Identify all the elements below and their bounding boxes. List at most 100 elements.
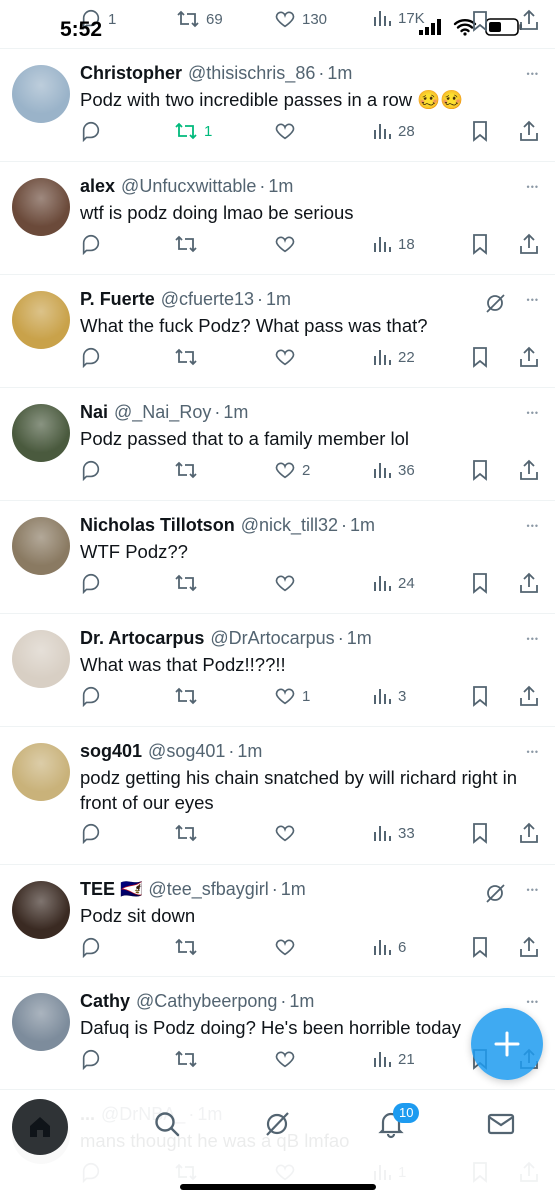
avatar[interactable] — [12, 993, 70, 1051]
retweet-button[interactable] — [174, 1045, 204, 1073]
author-handle[interactable]: @_Nai_Roy — [114, 402, 211, 423]
author-name[interactable]: TEE 🇦🇸 — [80, 879, 142, 900]
avatar[interactable] — [12, 65, 70, 123]
share-icon[interactable] — [518, 8, 540, 32]
reply-button[interactable] — [80, 117, 108, 145]
tweet-row[interactable]: Nicholas Tillotson @nick_till32 · 1m WTF Pod… — [0, 501, 555, 614]
bookmark-button[interactable] — [470, 456, 490, 484]
bookmark-button[interactable] — [470, 343, 490, 371]
views-button[interactable]: 18 — [372, 230, 415, 258]
tweet-time[interactable]: 1m — [289, 991, 314, 1012]
views-button[interactable]: 6 — [372, 933, 406, 961]
tweet-row[interactable]: Christopher @thisischris_86 · 1m Podz with t… — [0, 49, 555, 162]
author-handle[interactable]: @Cathybeerpong — [136, 991, 277, 1012]
author-name[interactable]: Dr. Artocarpus — [80, 628, 204, 649]
more-options-button[interactable]: ••• — [527, 747, 539, 757]
avatar[interactable] — [12, 178, 70, 236]
more-options-button[interactable]: ••• — [527, 295, 539, 305]
tweet-time[interactable]: 1m — [281, 879, 306, 900]
retweet-button[interactable] — [174, 456, 204, 484]
author-name[interactable]: alex — [80, 176, 115, 197]
tweet-time[interactable]: 1m — [266, 289, 291, 310]
like-button[interactable] — [274, 1045, 302, 1073]
tweet-row[interactable]: TEE 🇦🇸 @tee_sfbaygirl · 1m Podz sit down ••• 6 — [0, 865, 555, 977]
avatar[interactable] — [12, 291, 70, 349]
share-button[interactable] — [518, 456, 540, 484]
tweet-time[interactable]: 1m — [268, 176, 293, 197]
bookmark-button[interactable] — [470, 230, 490, 258]
author-handle[interactable]: @cfuerte13 — [161, 289, 254, 310]
author-name[interactable]: P. Fuerte — [80, 289, 155, 310]
more-options-button[interactable]: ••• — [527, 521, 539, 531]
author-handle[interactable]: @DrArtocarpus — [210, 628, 334, 649]
retweet-button[interactable]: 1 — [174, 117, 212, 145]
tweet-row[interactable]: Dr. Artocarpus @DrArtocarpus · 1m What was t… — [0, 614, 555, 727]
share-button[interactable] — [518, 117, 540, 145]
compose-button[interactable] — [471, 1008, 543, 1080]
like-button[interactable] — [274, 343, 302, 371]
avatar[interactable] — [12, 630, 70, 688]
grok-button[interactable] — [483, 291, 507, 320]
author-handle[interactable]: @nick_till32 — [241, 515, 338, 536]
share-button[interactable] — [518, 343, 540, 371]
avatar[interactable] — [12, 404, 70, 462]
more-options-button[interactable]: ••• — [527, 408, 539, 418]
author-handle[interactable]: @tee_sfbaygirl — [148, 879, 268, 900]
views-button[interactable]: 21 — [372, 1045, 415, 1073]
nav-messages[interactable] — [486, 1109, 516, 1144]
views-button[interactable]: 36 — [372, 456, 415, 484]
tweet-time[interactable]: 1m — [327, 63, 352, 84]
share-button[interactable] — [518, 569, 540, 597]
author-handle[interactable]: @Unfucxwittable — [121, 176, 256, 197]
more-options-button[interactable]: ••• — [527, 997, 539, 1007]
reply-button[interactable] — [80, 1045, 108, 1073]
more-options-button[interactable]: ••• — [527, 69, 539, 79]
views-button[interactable]: 22 — [372, 343, 415, 371]
bookmark-icon[interactable] — [470, 10, 490, 32]
views-button[interactable]: 24 — [372, 569, 415, 597]
tweet-row[interactable]: Nai @_Nai_Roy · 1m Podz passed that to a fam… — [0, 388, 555, 501]
bookmark-button[interactable] — [470, 569, 490, 597]
more-options-button[interactable]: ••• — [527, 885, 539, 895]
author-handle[interactable]: @thisischris_86 — [188, 63, 315, 84]
avatar[interactable] — [12, 517, 70, 575]
author-name[interactable]: sog401 — [80, 741, 142, 762]
author-name[interactable]: Christopher — [80, 63, 182, 84]
bookmark-button[interactable] — [470, 682, 490, 710]
share-button[interactable] — [518, 933, 540, 961]
retweet-button[interactable] — [174, 819, 204, 847]
tweet-row[interactable]: alex @Unfucxwittable · 1m wtf is podz doing … — [0, 162, 555, 275]
retweet-button[interactable] — [174, 343, 204, 371]
grok-button[interactable] — [483, 881, 507, 910]
share-button[interactable] — [518, 819, 540, 847]
tweet-row[interactable]: P. Fuerte @cfuerte13 · 1m What the fuck Podz… — [0, 275, 555, 388]
like-button[interactable]: 2 — [274, 456, 310, 484]
views-button[interactable]: 33 — [372, 819, 415, 847]
retweet-button[interactable] — [174, 569, 204, 597]
share-button[interactable] — [518, 682, 540, 710]
nav-search[interactable] — [152, 1109, 182, 1144]
bookmark-button[interactable] — [470, 933, 490, 961]
author-name[interactable]: Cathy — [80, 991, 130, 1012]
author-name[interactable]: Nai — [80, 402, 108, 423]
retweet-button[interactable] — [174, 230, 204, 258]
views-button[interactable]: 28 — [372, 117, 415, 145]
more-options-button[interactable]: ••• — [527, 634, 539, 644]
retweet-button[interactable] — [174, 682, 204, 710]
like-button[interactable]: 1 — [274, 682, 310, 710]
reply-button[interactable] — [80, 682, 108, 710]
like-button[interactable] — [274, 569, 302, 597]
reply-button[interactable] — [80, 569, 108, 597]
reply-button[interactable] — [80, 230, 108, 258]
tweet-time[interactable]: 1m — [237, 741, 262, 762]
nav-home[interactable] — [12, 1099, 68, 1155]
bookmark-button[interactable] — [470, 117, 490, 145]
like-button[interactable] — [274, 819, 302, 847]
tweet-time[interactable]: 1m — [350, 515, 375, 536]
avatar[interactable] — [12, 881, 70, 939]
nav-grok[interactable] — [262, 1109, 292, 1144]
author-handle[interactable]: @sog401 — [148, 741, 225, 762]
reply-button[interactable] — [80, 819, 108, 847]
bookmark-button[interactable] — [470, 819, 490, 847]
tweet-time[interactable]: 1m — [347, 628, 372, 649]
